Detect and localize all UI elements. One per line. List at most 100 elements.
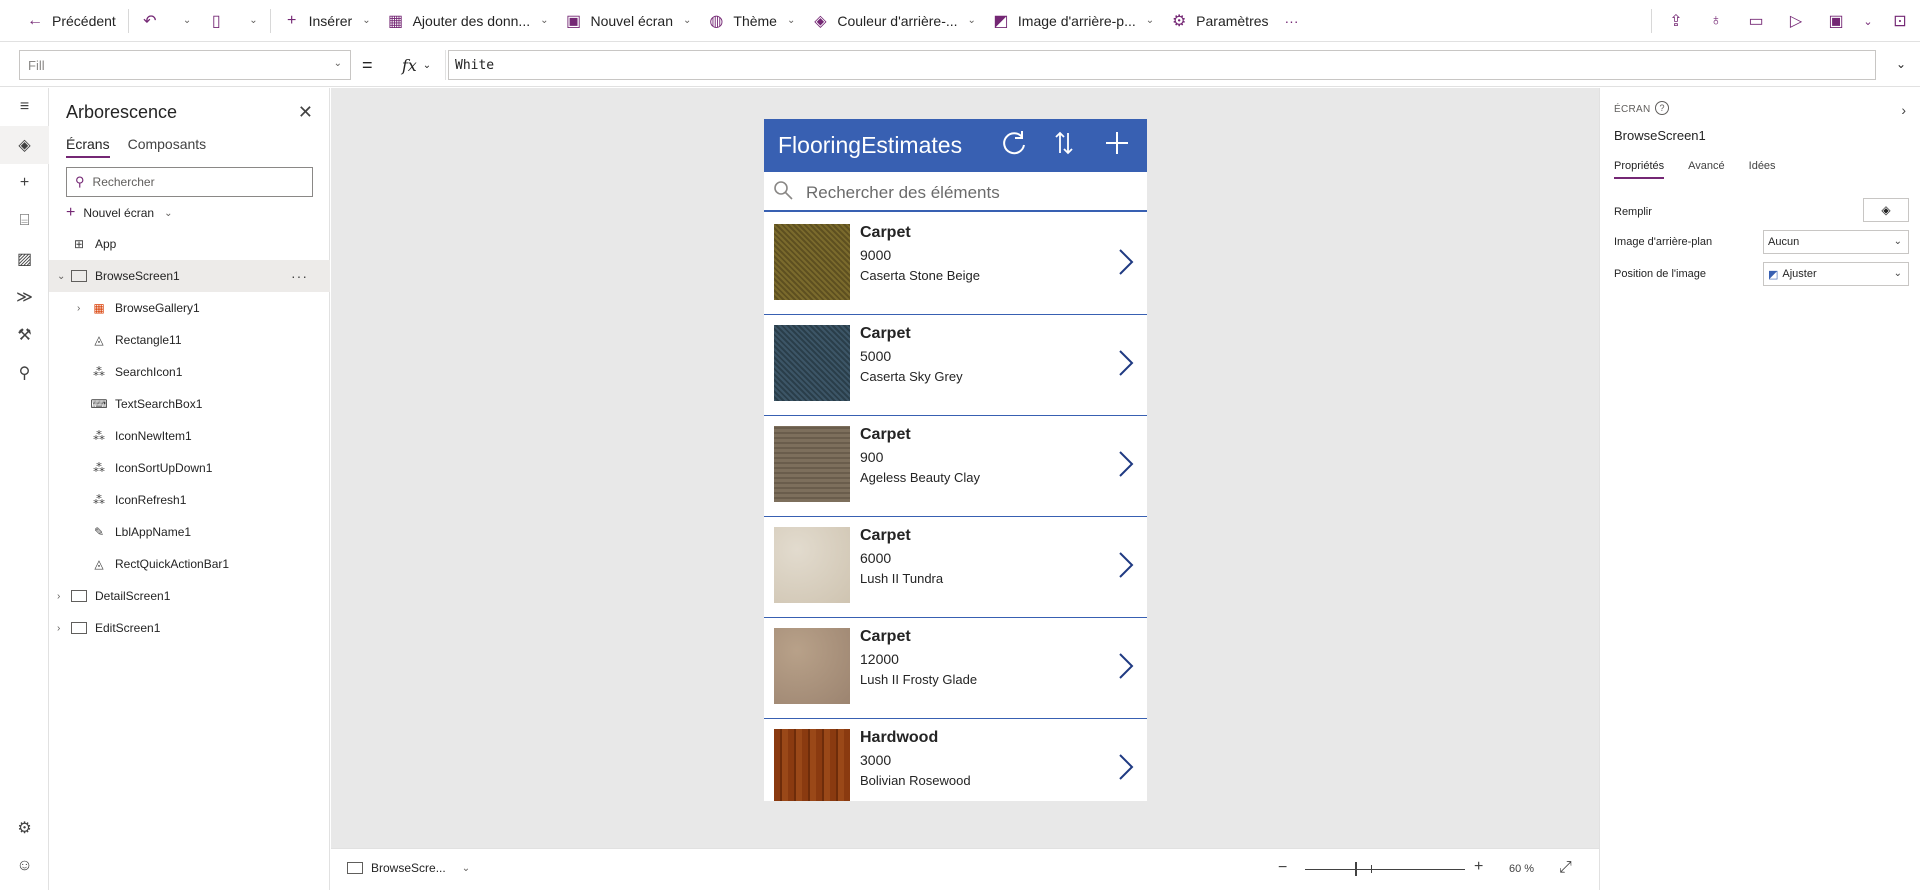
gallery-item[interactable]: Carpet 6000 Lush II Tundra [764,517,1147,618]
zoom-slider[interactable] [1305,869,1465,870]
tree-item-iconrefresh1[interactable]: ⁂ IconRefresh1 [49,484,330,516]
screen-selector[interactable]: BrowseScre... ⌄ [347,861,470,875]
chevron-right-icon[interactable] [1117,349,1135,377]
tree-item-rectquickactionbar1[interactable]: ◬ RectQuickActionBar1 [49,548,330,580]
selected-name: BrowseScreen1 [1614,128,1706,143]
tree-new-screen-button[interactable]: + Nouvel écran ⌄ [66,204,172,222]
undo-button[interactable]: ↶ [133,0,175,42]
chevron-right-icon[interactable] [1117,551,1135,579]
settings-button[interactable]: ⚙ Paramètres [1162,0,1276,42]
back-button[interactable]: ← Précédent [18,0,124,42]
tree-view-icon[interactable]: ◈ [0,126,49,164]
more-commands-button[interactable]: ··· [1277,0,1307,42]
advanced-tools-icon[interactable]: ⚒ [0,316,49,354]
tab-advanced[interactable]: Avancé [1688,160,1725,179]
paste-button[interactable]: ▯ [199,0,241,42]
chevron-right-icon[interactable] [1117,652,1135,680]
help-icon[interactable]: ? [1655,101,1669,115]
background-image-select[interactable]: Aucun ⌄ [1763,230,1909,254]
fit-to-window-icon[interactable]: ⤢ [1559,859,1572,877]
tree-item-rectangle11[interactable]: ◬ Rectangle11 [49,324,330,356]
gallery-item[interactable]: Carpet 9000 Caserta Stone Beige [764,214,1147,315]
sort-icon[interactable] [1054,129,1074,164]
media-icon[interactable]: ▨ [0,240,49,278]
properties-tabs: Propriétés Avancé Idées [1614,160,1776,179]
refresh-icon[interactable] [1000,129,1028,164]
app-title[interactable]: FlooringEstimates [778,132,962,159]
tree-item-browsegallery1[interactable]: › ▦ BrowseGallery1 [49,292,330,324]
insert-icon[interactable]: + [0,164,49,202]
chevron-down-icon[interactable]: ⌄ [57,271,65,282]
data-icon[interactable]: ⌸ [0,202,49,240]
insert-label: Insérer [308,12,353,29]
chevron-right-icon[interactable] [1117,248,1135,276]
tree-item-label: BrowseScreen1 [95,269,180,283]
browse-gallery[interactable]: Carpet 9000 Caserta Stone Beige Carpet 5… [764,214,1147,801]
theme-button[interactable]: ◍ Thème ⌄ [699,0,803,42]
tree-item-label: Rectangle11 [115,333,182,347]
tree-item-lblappname1[interactable]: ✎ LblAppName1 [49,516,330,548]
property-select[interactable]: Fill ⌄ [19,50,351,80]
chevron-right-icon[interactable] [1117,450,1135,478]
tab-properties[interactable]: Propriétés [1614,160,1665,179]
tab-components[interactable]: Composants [128,136,207,158]
tree-item-app[interactable]: ⊞ App [49,228,330,260]
add-data-button[interactable]: ▦ Ajouter des donn... ⌄ [379,0,557,42]
formula-input[interactable]: White [448,50,1876,80]
chevron-right-icon[interactable]: › [57,623,60,634]
power-automate-icon[interactable]: ≫ [0,278,49,316]
tree-item-editscreen1[interactable]: › EditScreen1 [49,612,330,644]
image-position-select[interactable]: ◩ Ajuster ⌄ [1763,262,1909,286]
tree-search-input[interactable]: ⚲ Rechercher [66,167,313,197]
tree-item-iconnewitem1[interactable]: ⁂ IconNewItem1 [49,420,330,452]
chevron-right-icon[interactable]: › [1901,102,1906,118]
publish-icon[interactable]: ⊡ [1880,0,1920,42]
chevron-right-icon[interactable]: › [57,591,60,602]
zoom-slider-thumb[interactable] [1355,862,1357,876]
tab-ideas[interactable]: Idées [1749,160,1776,179]
tree-item-browsescreen1[interactable]: ⌄ BrowseScreen1 ··· [49,260,330,292]
hamburger-menu-icon[interactable]: ≡ [0,88,49,126]
background-image-button[interactable]: ◩ Image d'arrière-p... ⌄ [984,0,1162,42]
design-canvas[interactable]: FlooringEstimates Rechercher des élément… [331,88,1599,848]
paste-menu-button[interactable]: ⌄ [241,0,265,42]
gallery-item[interactable]: Carpet 5000 Caserta Sky Grey [764,315,1147,416]
gallery-item[interactable]: Hardwood 3000 Bolivian Rosewood [764,719,1147,801]
chevron-right-icon[interactable] [1117,753,1135,781]
gallery-item[interactable]: Carpet 12000 Lush II Frosty Glade [764,618,1147,719]
more-options-icon[interactable]: ··· [291,268,308,284]
settings-icon[interactable]: ⚙ [0,809,49,847]
arrow-left-icon: ← [27,11,43,29]
save-menu-chevron-icon[interactable]: ⌄ [1856,0,1880,42]
virtual-agent-icon[interactable]: ☺ [0,847,49,885]
search-icon[interactable]: ⚲ [0,354,49,392]
zoom-in-button[interactable]: + [1474,858,1483,876]
fx-button[interactable]: fx ⌄ [388,50,446,80]
app-header-bar[interactable]: FlooringEstimates [764,119,1147,172]
tree-item-textsearchbox1[interactable]: ⌨ TextSearchBox1 [49,388,330,420]
tree-item-iconsortupdown1[interactable]: ⁂ IconSortUpDown1 [49,452,330,484]
expand-formula-icon[interactable]: ⌄ [1896,57,1906,71]
close-icon[interactable]: ✕ [298,102,313,123]
chevron-right-icon[interactable]: › [77,303,80,314]
app-checker-icon[interactable]: ♁ [1696,0,1736,42]
gallery-item[interactable]: Carpet 900 Ageless Beauty Clay [764,416,1147,517]
app-search-box[interactable]: Rechercher des éléments [764,172,1147,212]
new-screen-button[interactable]: ▣ Nouvel écran ⌄ [557,0,700,42]
tab-screens[interactable]: Écrans [66,136,110,158]
undo-menu-button[interactable]: ⌄ [175,0,199,42]
add-icon[interactable] [1104,129,1130,164]
play-icon[interactable]: ▷ [1776,0,1816,42]
tree-item-searchicon1[interactable]: ⁂ SearchIcon1 [49,356,330,388]
share-icon[interactable]: ⇪ [1656,0,1696,42]
zoom-level[interactable]: 60 % [1509,863,1534,875]
app-screen-preview[interactable]: FlooringEstimates Rechercher des élément… [764,119,1147,801]
tree-item-detailscreen1[interactable]: › DetailScreen1 [49,580,330,612]
comments-icon[interactable]: ▭ [1736,0,1776,42]
background-color-button[interactable]: ◈ Couleur d'arrière-... ⌄ [803,0,984,42]
insert-button[interactable]: + Insérer ⌄ [275,0,379,42]
zoom-out-button[interactable]: − [1278,859,1287,877]
tree-item-label: RectQuickActionBar1 [115,557,230,571]
save-icon[interactable]: ▣ [1816,0,1856,42]
fill-color-picker[interactable]: ◈ [1863,198,1909,222]
